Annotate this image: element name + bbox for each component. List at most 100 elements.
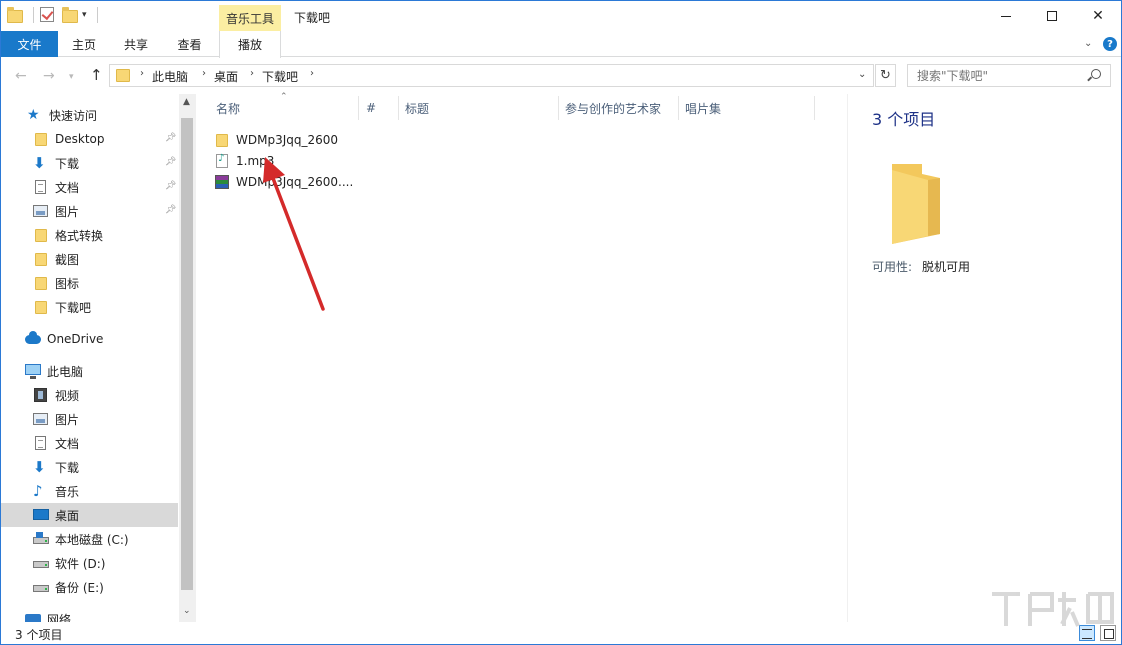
folder-icon xyxy=(33,275,49,291)
sidebar-item-pc-documents[interactable]: 文档 xyxy=(1,431,178,455)
expand-ribbon-icon[interactable]: ⌄ xyxy=(1084,38,1092,49)
watermark-logo xyxy=(992,592,1114,627)
close-button[interactable]: ✕ xyxy=(1075,1,1121,31)
sidebar-item-icons[interactable]: 图标 xyxy=(1,271,178,295)
column-divider[interactable] xyxy=(814,96,815,120)
tab-play[interactable]: 播放 xyxy=(219,31,281,58)
address-dropdown-icon[interactable]: ⌄ xyxy=(858,69,866,80)
pictures-icon xyxy=(33,203,49,219)
sidebar-item-screenshots[interactable]: 截图 xyxy=(1,247,178,271)
sidebar-item-drive-e[interactable]: 备份 (E:) xyxy=(1,575,178,599)
sidebar-item-label: 图片 xyxy=(55,204,80,219)
explorer-window: ▾ 音乐工具 下载吧 ✕ 文件 主页 共享 查看 播放 ⌄ ? ← → ▾ ↑ … xyxy=(0,0,1122,645)
folder-icon xyxy=(116,69,130,82)
archive-icon xyxy=(214,174,230,190)
breadcrumb-desktop[interactable]: 桌面 xyxy=(214,68,238,85)
tab-view[interactable]: 查看 xyxy=(162,31,217,57)
sidebar-item-label: 图标 xyxy=(55,276,80,291)
column-divider[interactable] xyxy=(358,96,359,120)
pin-icon[interactable]: 📌︎ xyxy=(165,133,176,143)
sidebar-scrollbar[interactable]: ▲ ⌄ xyxy=(179,94,196,622)
sidebar-item-desktop[interactable]: Desktop 📌︎ xyxy=(1,127,178,151)
minimize-button[interactable] xyxy=(983,1,1029,31)
sidebar-item-documents[interactable]: 文档 📌︎ xyxy=(1,175,178,199)
scroll-down-icon[interactable]: ⌄ xyxy=(183,606,191,616)
sidebar-item-music[interactable]: ♪ 音乐 xyxy=(1,479,178,503)
sidebar-item-label: OneDrive xyxy=(47,332,104,346)
column-header-album[interactable]: 唱片集 xyxy=(685,94,721,122)
column-divider[interactable] xyxy=(678,96,679,120)
search-input[interactable] xyxy=(908,65,1088,86)
up-arrow-icon[interactable]: ↑ xyxy=(90,66,103,84)
folder-icon xyxy=(33,251,49,267)
sidebar-item-onedrive[interactable]: OneDrive xyxy=(1,327,178,351)
breadcrumb-xiazaiba[interactable]: 下载吧 xyxy=(262,68,298,85)
chevron-right-icon[interactable]: › xyxy=(140,68,144,79)
annotation-arrow xyxy=(263,157,325,311)
quick-access-toolbar: ▾ xyxy=(7,7,98,23)
help-icon[interactable]: ? xyxy=(1103,37,1117,51)
sidebar-item-pc-desktop[interactable]: 桌面 xyxy=(1,503,178,527)
sidebar-item-format-convert[interactable]: 格式转换 xyxy=(1,223,178,247)
search-box[interactable] xyxy=(907,64,1111,87)
network-icon xyxy=(25,611,41,622)
tab-share[interactable]: 共享 xyxy=(110,31,162,57)
recent-locations-icon[interactable]: ▾ xyxy=(69,72,74,82)
divider xyxy=(33,7,34,23)
tab-home[interactable]: 主页 xyxy=(58,31,110,57)
column-divider[interactable] xyxy=(558,96,559,120)
sidebar-item-pc-pictures[interactable]: 图片 xyxy=(1,407,178,431)
refresh-button[interactable]: ↻ xyxy=(875,64,896,87)
cloud-icon xyxy=(25,331,41,347)
computer-icon xyxy=(25,363,41,379)
file-name: WDMp3Jqq_2600 xyxy=(236,132,339,147)
pin-icon[interactable]: 📌︎ xyxy=(165,205,176,215)
sidebar-item-this-pc[interactable]: 此电脑 xyxy=(1,359,178,383)
breadcrumb-this-pc[interactable]: 此电脑 xyxy=(152,68,188,85)
sidebar-item-label: 格式转换 xyxy=(55,228,104,243)
column-header-title[interactable]: 标题 xyxy=(405,94,429,122)
tab-file[interactable]: 文件 xyxy=(1,31,58,57)
sidebar-item-network[interactable]: 网络 xyxy=(1,607,178,622)
sidebar-item-label: 文档 xyxy=(55,436,80,451)
new-folder-icon[interactable] xyxy=(62,7,78,23)
star-icon: ★ xyxy=(27,107,40,123)
file-row[interactable]: WDMp3Jqq_2600 xyxy=(214,129,338,150)
video-icon xyxy=(33,387,49,403)
chevron-right-icon[interactable]: › xyxy=(250,68,254,79)
scrollbar-thumb[interactable] xyxy=(181,118,193,590)
column-header-name[interactable]: 名称 xyxy=(216,94,240,122)
back-arrow-icon[interactable]: ← xyxy=(15,68,27,84)
desktop-icon xyxy=(33,507,49,523)
sidebar-item-videos[interactable]: 视频 xyxy=(1,383,178,407)
folder-icon xyxy=(214,132,230,148)
column-divider[interactable] xyxy=(398,96,399,120)
customize-qat-icon[interactable]: ▾ xyxy=(82,10,87,20)
pictures-icon xyxy=(33,411,49,427)
pin-icon[interactable]: 📌︎ xyxy=(165,157,176,167)
chevron-right-icon[interactable]: › xyxy=(202,68,206,79)
column-header-artist[interactable]: 参与创作的艺术家 xyxy=(565,94,661,122)
scroll-up-icon[interactable]: ▲ xyxy=(183,97,190,107)
sidebar-item-quick-access[interactable]: ★ 快速访问 xyxy=(1,103,178,127)
forward-arrow-icon[interactable]: → xyxy=(43,68,55,84)
sidebar-item-pc-downloads[interactable]: ⬇ 下载 xyxy=(1,455,178,479)
drive-icon xyxy=(33,579,49,595)
contextual-tab-group: 音乐工具 xyxy=(219,5,281,31)
address-bar[interactable]: › 此电脑 › 桌面 › 下载吧 › ⌄ xyxy=(109,64,874,87)
properties-icon[interactable] xyxy=(40,7,56,23)
search-icon[interactable] xyxy=(1091,69,1101,79)
pin-icon[interactable]: 📌︎ xyxy=(165,181,176,191)
chevron-right-icon[interactable]: › xyxy=(310,68,314,79)
sidebar-item-downloads[interactable]: ⬇ 下载 📌︎ xyxy=(1,151,178,175)
sidebar-item-xiazaiba[interactable]: 下载吧 xyxy=(1,295,178,319)
folder-icon xyxy=(33,131,49,147)
music-icon: ♪ xyxy=(33,482,43,500)
column-header-number[interactable]: # xyxy=(366,94,376,122)
sidebar-item-drive-d[interactable]: 软件 (D:) xyxy=(1,551,178,575)
sort-ascending-icon: ⌃ xyxy=(280,92,288,102)
sidebar-item-pictures[interactable]: 图片 📌︎ xyxy=(1,199,178,223)
sidebar-item-drive-c[interactable]: 本地磁盘 (C:) xyxy=(1,527,178,551)
maximize-button[interactable] xyxy=(1029,1,1075,31)
folder-icon xyxy=(7,7,23,23)
